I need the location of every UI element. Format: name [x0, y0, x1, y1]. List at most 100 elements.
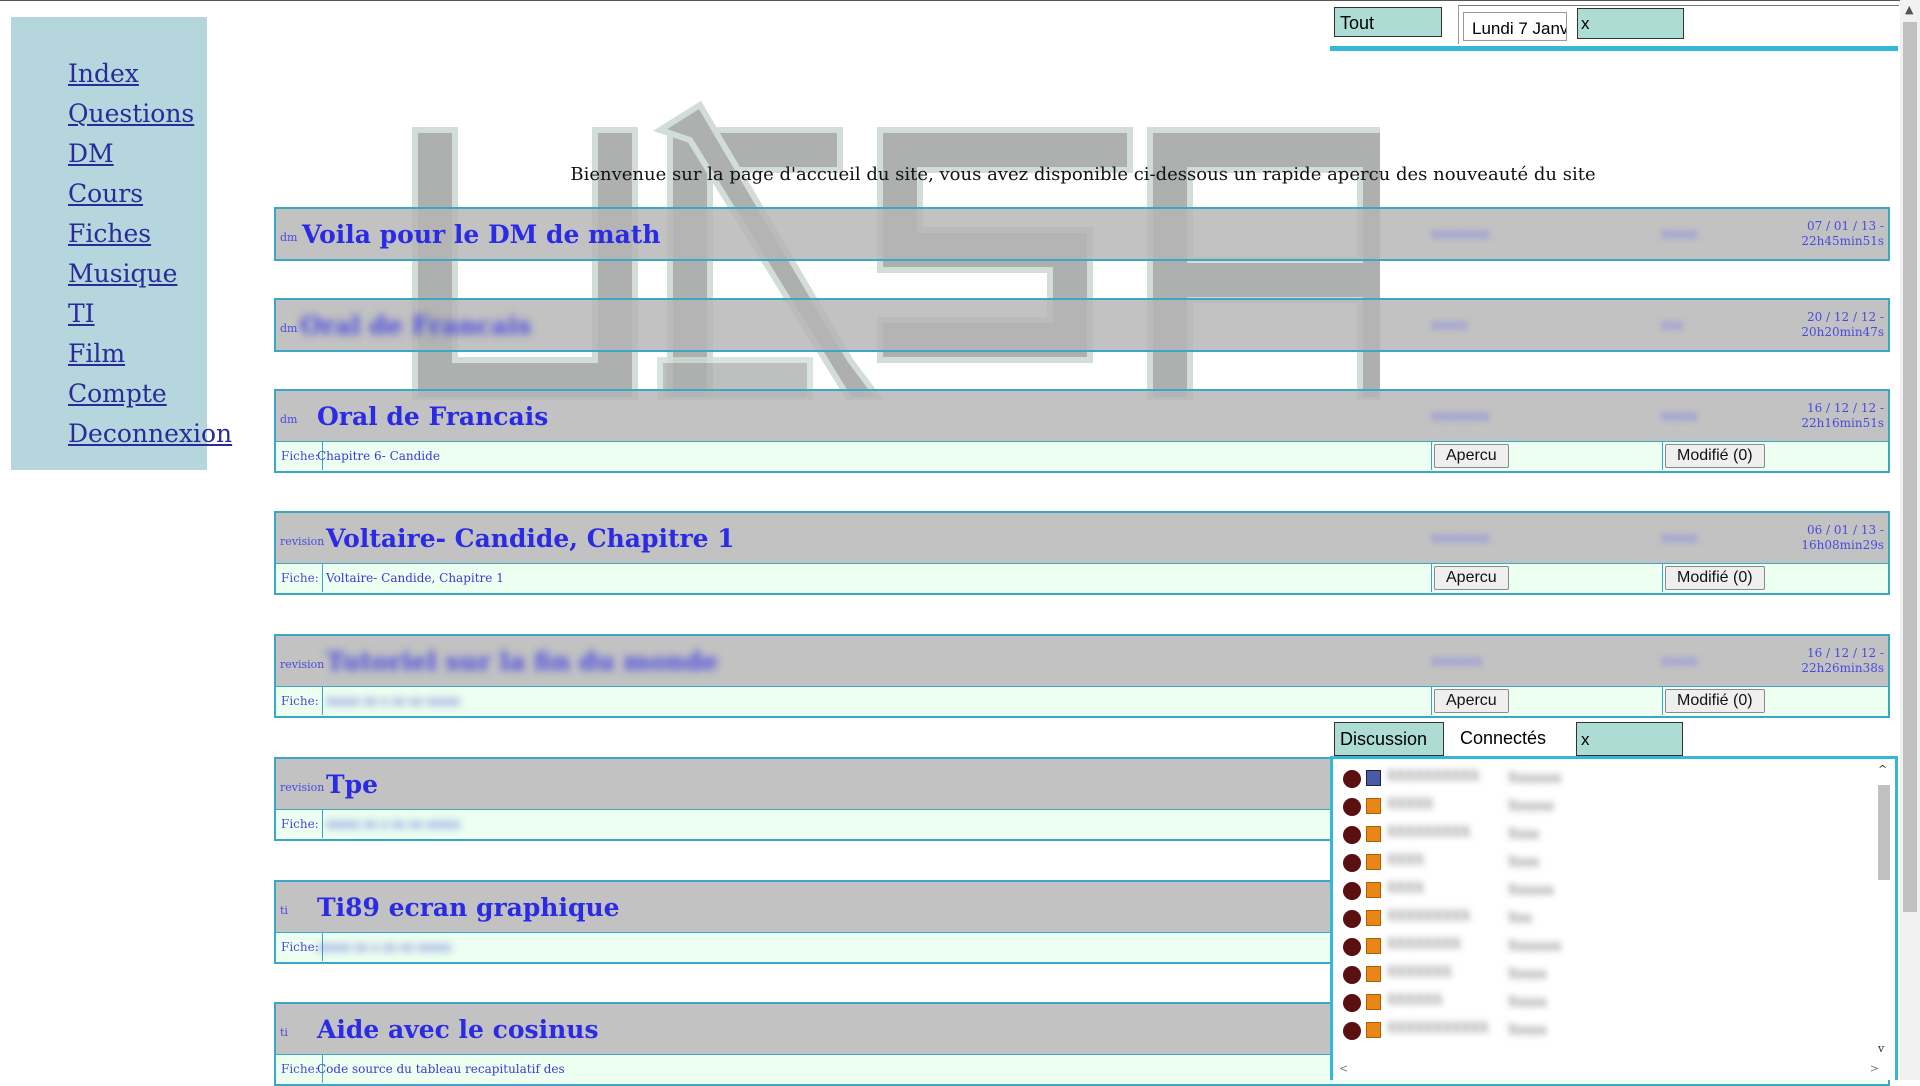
user-row[interactable]: XXXX Xxxxxx	[1343, 877, 1863, 905]
status-icon	[1343, 910, 1361, 928]
post-title[interactable]: Aide avec le cosinus	[317, 1015, 599, 1044]
status-icon	[1343, 994, 1361, 1012]
post-card: dm Oral de Francais xxxxxxxx xxxxx 16 / …	[274, 389, 1890, 473]
modified-button[interactable]: Modifié (0)	[1665, 689, 1765, 713]
status-icon	[1343, 938, 1361, 956]
chat-close-button[interactable]: x	[1576, 722, 1683, 756]
user-row[interactable]: XXXXXXXXX Xxx	[1343, 905, 1863, 933]
close-button[interactable]: x	[1577, 8, 1684, 39]
user-row[interactable]: XXXX Xxxx	[1343, 849, 1863, 877]
post-title[interactable]: Tutoriel sur la fin du monde	[326, 647, 718, 676]
user-row[interactable]: XXXXXXXX Xxxxxxx	[1343, 933, 1863, 961]
status-icon	[1343, 770, 1361, 788]
post-title[interactable]: Voltaire- Candide, Chapitre 1	[326, 524, 735, 553]
page-scrollbar[interactable]: ▲	[1900, 0, 1920, 1080]
post-author: xxxxxxxx	[1431, 531, 1490, 546]
post-category: revision	[280, 535, 325, 548]
avatar	[1366, 910, 1381, 926]
nav-link-index[interactable]: Index	[68, 54, 207, 94]
file-link[interactable]: xxxxx xx x xx xx xxxxx	[326, 810, 460, 838]
post-card: dm Oral de Francais xxxxx xxx 20 / 12 / …	[274, 298, 1890, 352]
nav-link-ti[interactable]: TI	[68, 294, 207, 334]
post-header: revision Voltaire- Candide, Chapitre 1 x…	[275, 512, 1889, 564]
scroll-left-icon[interactable]: <	[1339, 1062, 1348, 1075]
nav-link-film[interactable]: Film	[68, 334, 207, 374]
welcome-text: Bienvenue sur la page d'accueil du site,…	[570, 164, 1596, 185]
post-title[interactable]: Oral de Francais	[300, 311, 531, 340]
post-timestamp: 16 / 12 / 12 -22h16min51s	[1801, 401, 1884, 430]
post-category: ti	[280, 1026, 288, 1039]
tab-all[interactable]: Tout	[1334, 7, 1442, 37]
file-link[interactable]: xxxxx xx x xx xx xxxxx	[326, 687, 460, 715]
page-scroll-thumb[interactable]	[1903, 22, 1917, 912]
scroll-right-icon[interactable]: >	[1870, 1062, 1879, 1075]
post-title[interactable]: Ti89 ecran graphique	[317, 893, 620, 922]
file-link[interactable]: Voltaire- Candide, Chapitre 1	[326, 564, 504, 592]
post-title[interactable]: Tpe	[326, 770, 378, 799]
file-link[interactable]: Code source du tableau recapitulatif des	[317, 1055, 565, 1083]
post-timestamp: 20 / 12 / 12 -20h20min47s	[1801, 310, 1884, 339]
post-category: dm	[280, 322, 298, 335]
user-row[interactable]: XXXXXXX Xxxxx	[1343, 961, 1863, 989]
scroll-down-icon[interactable]: v	[1878, 1042, 1884, 1055]
user-list-hscrollbar[interactable]: < >	[1339, 1062, 1879, 1076]
post-category: revision	[280, 658, 325, 671]
post-author-firstname: xxxxx	[1661, 227, 1698, 242]
avatar	[1366, 994, 1381, 1010]
preview-button[interactable]: Apercu	[1434, 689, 1509, 713]
preview-button[interactable]: Apercu	[1434, 566, 1509, 590]
status-icon	[1343, 798, 1361, 816]
sidebar-nav: Index Questions DM Cours Fiches Musique …	[11, 17, 232, 470]
file-label: Fiche:	[278, 687, 323, 715]
modified-button[interactable]: Modifié (0)	[1665, 566, 1765, 590]
user-row[interactable]: XXXXXX Xxxxx	[1343, 989, 1863, 1017]
file-label: Fiche:	[278, 564, 323, 592]
tab-discussion[interactable]: Discussion	[1334, 722, 1444, 756]
user-row[interactable]: XXXXXXXXXXX Xxxxx	[1343, 1017, 1863, 1045]
post-card: revision Voltaire- Candide, Chapitre 1 x…	[274, 511, 1890, 595]
user-row[interactable]: XXXXXXXXX Xxxx	[1343, 821, 1863, 849]
avatar	[1366, 966, 1381, 982]
nav-link-deconnexion[interactable]: Deconnexion	[68, 414, 232, 454]
file-link[interactable]: xxxxx xx x xx xx xxxxx	[317, 933, 451, 961]
top-accent-bar	[1330, 46, 1898, 51]
nav-link-fiches[interactable]: Fiches	[68, 214, 207, 254]
scroll-up-icon[interactable]: ^	[1878, 763, 1887, 776]
post-title[interactable]: Voila pour le DM de math	[302, 220, 661, 249]
avatar	[1366, 798, 1381, 814]
modified-button[interactable]: Modifié (0)	[1665, 444, 1765, 468]
post-card: revision Tutoriel sur la fin du monde xx…	[274, 634, 1890, 718]
post-header: dm Voila pour le DM de math xxxxxxxx xxx…	[275, 208, 1889, 260]
file-link[interactable]: Chapitre 6- Candide	[317, 442, 440, 470]
date-panel: Lundi 7 Janvier x	[1458, 5, 1899, 44]
post-timestamp: 16 / 12 / 12 -22h26min38s	[1801, 646, 1884, 675]
post-author: xxxxx	[1431, 318, 1468, 333]
nav-link-cours[interactable]: Cours	[68, 174, 207, 214]
page-scroll-up-icon[interactable]: ▲	[1905, 3, 1913, 16]
avatar	[1366, 882, 1381, 898]
preview-cell: Apercu	[1431, 687, 1662, 715]
modified-cell: Modifié (0)	[1662, 564, 1889, 592]
user-row[interactable]: XXXXXXXXXX Xxxxxxx	[1343, 765, 1863, 793]
nav-link-musique[interactable]: Musique	[68, 254, 207, 294]
nav-link-compte[interactable]: Compte	[68, 374, 207, 414]
status-icon	[1343, 826, 1361, 844]
tab-connected[interactable]: Connectés	[1460, 728, 1546, 749]
post-header: dm Oral de Francais xxxxxxxx xxxxx 16 / …	[275, 390, 1889, 442]
status-icon	[1343, 966, 1361, 984]
nav-link-questions[interactable]: Questions	[68, 94, 207, 134]
status-icon	[1343, 854, 1361, 872]
user-list-scrollbar[interactable]: ^ v	[1876, 763, 1892, 1055]
avatar	[1366, 770, 1381, 786]
scroll-thumb[interactable]	[1878, 785, 1890, 880]
nav-link-dm[interactable]: DM	[68, 134, 207, 174]
post-card: dm Voila pour le DM de math xxxxxxxx xxx…	[274, 207, 1890, 261]
preview-button[interactable]: Apercu	[1434, 444, 1509, 468]
modified-cell: Modifié (0)	[1662, 687, 1889, 715]
user-row[interactable]: XXXXX Xxxxxx	[1343, 793, 1863, 821]
status-icon	[1343, 1022, 1361, 1040]
post-author: xxxxxxxx	[1431, 227, 1490, 242]
avatar	[1366, 1022, 1381, 1038]
post-file-row: Fiche: Voltaire- Candide, Chapitre 1 Ape…	[275, 564, 1889, 594]
post-title[interactable]: Oral de Francais	[317, 402, 548, 431]
